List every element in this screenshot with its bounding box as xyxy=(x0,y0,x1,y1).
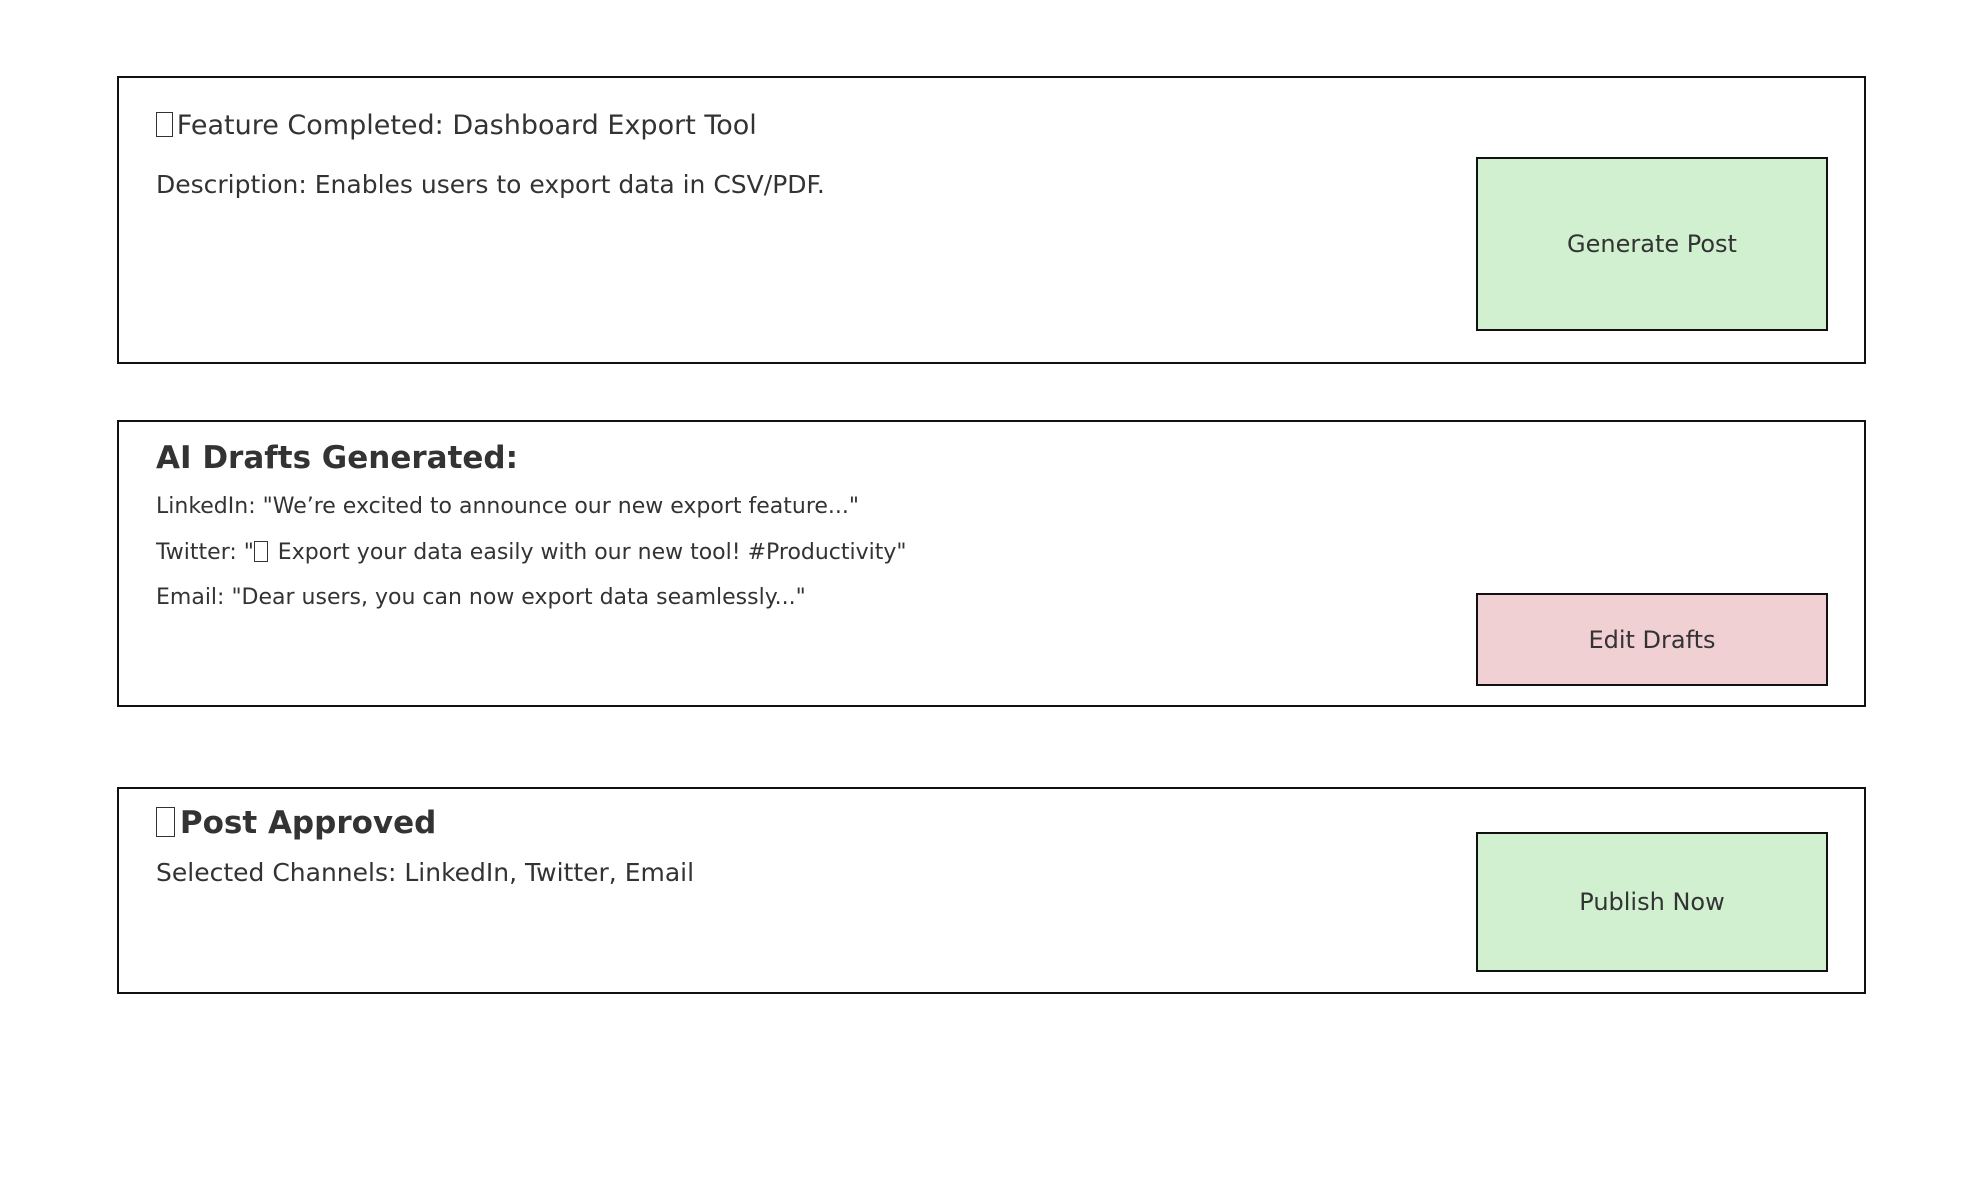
missing-glyph-icon xyxy=(253,540,268,562)
feature-title: Feature Completed: Dashboard Export Tool xyxy=(156,110,757,141)
draft-email: Email: "Dear users, you can now export d… xyxy=(156,585,806,610)
feature-description: Description: Enables users to export dat… xyxy=(156,170,825,199)
missing-glyph-icon xyxy=(156,807,176,837)
draft-twitter-suffix: Export your data easily with our new too… xyxy=(270,540,907,565)
edit-drafts-button[interactable]: Edit Drafts xyxy=(1476,593,1828,686)
approved-title: Post Approved xyxy=(156,805,436,841)
draft-twitter-prefix: Twitter: " xyxy=(156,540,254,565)
approved-title-text: Post Approved xyxy=(179,805,437,841)
drafts-card: AI Drafts Generated: LinkedIn: "We’re ex… xyxy=(117,420,1866,707)
draft-twitter: Twitter: " Export your data easily with … xyxy=(156,540,907,565)
approved-card: Post Approved Selected Channels: LinkedI… xyxy=(117,787,1866,994)
publish-now-button[interactable]: Publish Now xyxy=(1476,832,1828,972)
missing-glyph-icon xyxy=(156,111,173,138)
feature-title-text: Feature Completed: Dashboard Export Tool xyxy=(176,110,757,141)
drafts-title: AI Drafts Generated: xyxy=(156,440,519,476)
generate-post-button[interactable]: Generate Post xyxy=(1476,157,1828,331)
feature-card: Feature Completed: Dashboard Export Tool… xyxy=(117,76,1866,364)
draft-linkedin: LinkedIn: "We’re excited to announce our… xyxy=(156,494,860,519)
selected-channels: Selected Channels: LinkedIn, Twitter, Em… xyxy=(156,858,695,887)
